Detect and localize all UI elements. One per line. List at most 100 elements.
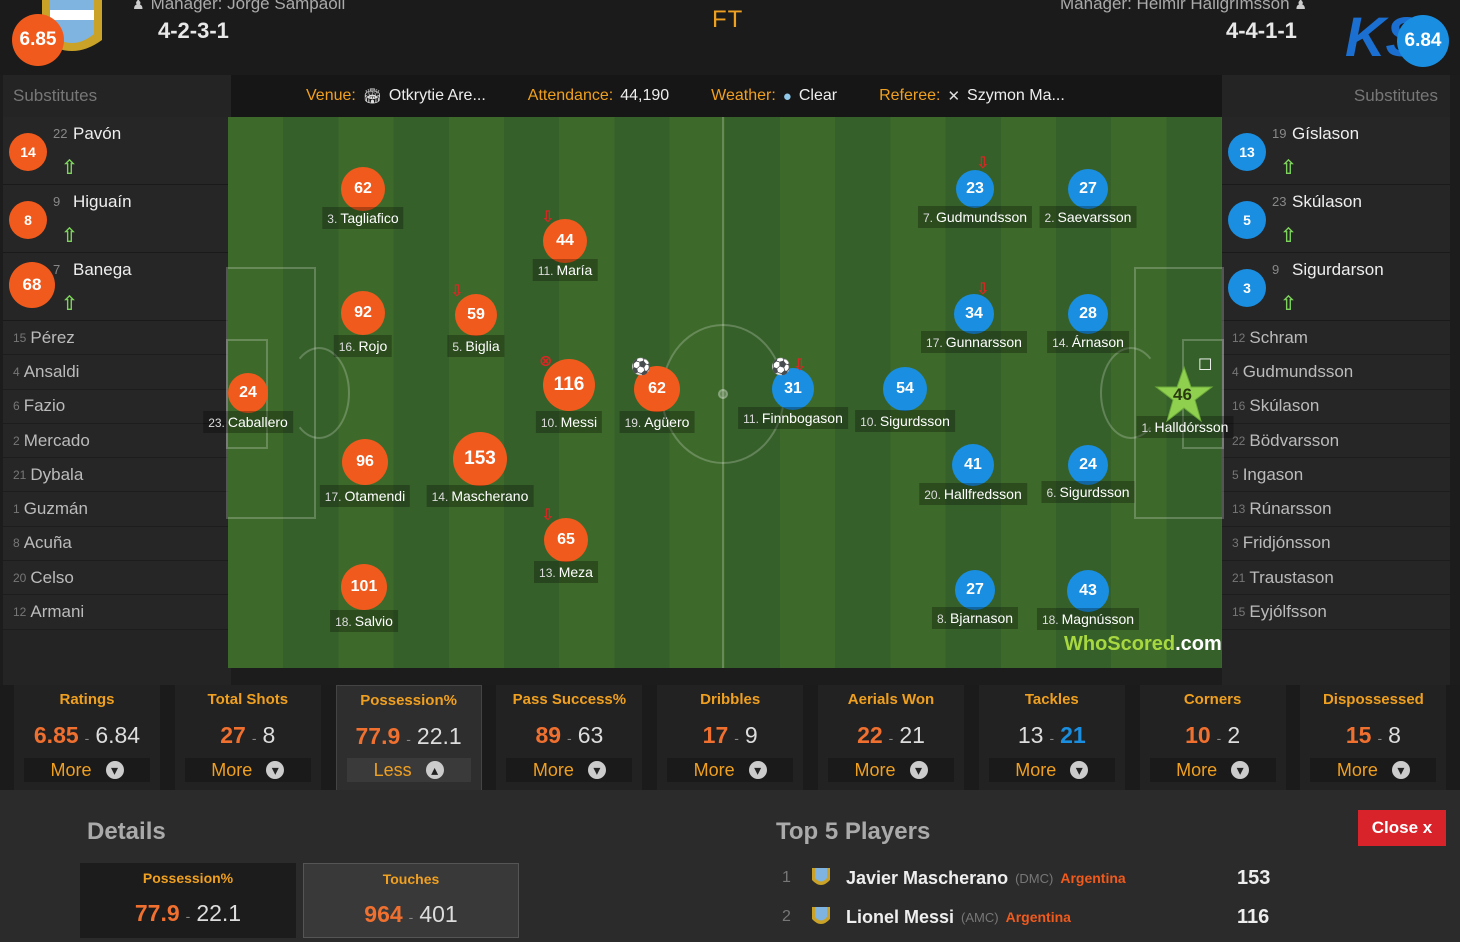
close-button[interactable]: Close x [1358,810,1446,846]
stadium-icon: 🏟 [362,88,382,105]
sub-in-arrow-icon: ⇧ [61,157,78,179]
player-label: 18. Salvio [330,610,398,632]
away-formation: 4-4-1-1 [1226,18,1297,43]
bench-player[interactable]: 20 Celso [3,561,231,596]
player-rating: 5 [1228,201,1266,239]
stat-dispossessed: Dispossessed 15-8 More ▾ [1300,685,1447,790]
player-rating: 14 [9,133,47,171]
ball-icon: ⚽ [771,359,791,376]
bench-player[interactable]: 13 Rúnarsson [1222,492,1450,527]
sub-off-arrow-icon: ⇩ [541,507,555,524]
player-rating: 101 [341,564,387,610]
details-title: Details [87,818,166,845]
weather-clear-icon: ● [782,87,792,105]
player-label: 17. Otamendi [319,485,411,507]
expand-icon: ▾ [266,761,285,779]
sub-in-arrow-icon: ⇧ [61,293,78,315]
player-rating: 62 [341,167,385,211]
sub-off-arrow-icon: ⇩ [450,283,464,300]
bench-player[interactable]: 15 Pérez [3,321,231,356]
bench-player[interactable]: 12 Armani [3,595,231,630]
sub-player[interactable]: 5 23 Skúlason ⇧ [1222,185,1450,253]
stat-toggle-button[interactable]: More ▾ [506,758,633,782]
sub-player[interactable]: 3 9 Sigurdarson ⇧ [1222,253,1450,321]
stat-ratings: Ratings 6.85-6.84 More ▾ [14,685,160,790]
player-rating: 96 [342,439,388,485]
stat-toggle-button[interactable]: More ▾ [1149,758,1276,782]
expand-icon: ▾ [587,761,606,779]
player-label: 20. Hallfredsson [919,483,1027,505]
collapse-icon: ▴ [425,761,444,779]
bench-player[interactable]: 6 Fazio [3,389,231,424]
stat-aerials-won: Aerials Won 22-21 More ▾ [818,685,964,790]
bench-player[interactable]: 4 Ansaldi [3,355,231,390]
stat-toggle-button[interactable]: More ▾ [184,758,311,782]
player-label: 11. María [532,259,598,281]
stat-toggle-button[interactable]: More ▾ [828,758,954,782]
sub-player[interactable]: 68 7 Banega ⇧ [3,253,231,321]
player-label: 14. Mascherano [426,485,534,507]
expand-icon: ▾ [1070,761,1089,779]
bench-player[interactable]: 4 Gudmundsson [1222,355,1450,390]
referee-info: Referee: ✕ Szymon Ma... [879,87,1065,105]
player-label: 14. Árnason [1047,331,1129,353]
sub-player[interactable]: 8 9 Higuaín ⇧ [3,185,231,253]
home-team-rating: 6.85 [12,14,64,66]
bench-player[interactable]: 3 Fridjónsson [1222,526,1450,562]
stat-toggle-button[interactable]: Less ▴ [346,758,471,782]
stat-toggle-button[interactable]: More ▾ [1310,758,1437,782]
bench-player[interactable]: 21 Traustason [1222,561,1450,596]
top-player-row[interactable]: 1 Javier Mascherano (DMC) Argentina 153 [782,863,1342,893]
top-player-row[interactable]: 2 Lionel Messi (AMC) Argentina 116 [782,902,1342,932]
player-label: 5. Biglia [447,335,505,357]
stats-bar: Ratings 6.85-6.84 More ▾ Total Shots 27-8 More… [0,685,1460,790]
bench-player[interactable]: 21 Dybala [3,458,231,493]
player-label: 8. Bjarnason [931,607,1019,629]
manager-icon: ♟ [132,0,145,12]
bench-player[interactable]: 16 Skúlason [1222,389,1450,424]
expand-icon: ▾ [105,761,124,779]
player-rating: 68 [9,262,55,308]
center-spot [718,389,728,399]
expand-icon: ▾ [1231,761,1250,779]
bench-player[interactable]: 15 Eyjólfsson [1222,595,1450,630]
bench-player[interactable]: 8 Acuña [3,526,231,562]
bench-player[interactable]: 1 Guzmán [3,492,231,527]
stat-pass-success: Pass Success% 89-63 More ▾ [496,685,643,790]
detail-possession[interactable]: Possession% 77.9-22.1 [80,863,296,938]
expand-icon: ▾ [748,761,767,779]
player-label: 11. Finnbogason [738,407,848,429]
home-penalty-arc [288,347,350,439]
sub-in-arrow-icon: ⇧ [1280,225,1297,247]
player-rating: 27 [1068,169,1108,209]
sub-player[interactable]: 13 19 Gíslason ⇧ [1222,117,1450,185]
stat-dribbles: Dribbles 17-9 More ▾ [657,685,804,790]
bench-player[interactable]: 12 Schram [1222,321,1450,356]
whoscored-watermark: WhoScored.com [1064,633,1222,655]
stat-toggle-button[interactable]: More ▾ [667,758,794,782]
player-rating: 43 [1067,570,1109,612]
home-manager: ♟ Manager: Jorge Sampaoli [132,0,345,14]
player-rating: 8 [9,201,47,239]
stat-toggle-button[interactable]: More ▾ [24,758,150,782]
player-label: 18. Magnússon [1036,608,1140,630]
sub-in-arrow-icon: ⇧ [1280,293,1297,315]
sub-player[interactable]: 14 22 Pavón ⇧ [3,117,231,185]
stat-total-shots: Total Shots 27-8 More ▾ [174,685,321,790]
match-status: FT [712,6,744,33]
home-substitutes: Substitutes 14 22 Pavón ⇧ 8 9 Higuaín ⇧ … [3,75,231,685]
player-rating: 92 [341,291,385,335]
sub-off-arrow-icon: ⇩ [541,209,555,226]
bench-player[interactable]: 2 Mercado [3,423,231,459]
detail-touches[interactable]: Touches 964-401 [303,863,519,938]
player-label: 3. Tagliafico [322,207,404,229]
substitutes-title: Substitutes [13,86,98,105]
bench-player[interactable]: 22 Bödvarsson [1222,423,1450,459]
away-team-rating: 6.84 [1397,15,1449,67]
match-header: 6.85 ♟ Manager: Jorge Sampaoli 4-2-3-1 FT… [0,0,1460,75]
stat-toggle-button[interactable]: More ▾ [988,758,1115,782]
bench-player[interactable]: 5 Ingason [1222,458,1450,493]
sub-off-arrow-icon: ⇩ [976,281,990,298]
match-info-bar: Venue: 🏟 Otkrytie Are... Attendance: 44,… [228,75,1222,117]
away-manager: Manager: Heimir Hallgrímsson ♟ [1060,0,1313,14]
